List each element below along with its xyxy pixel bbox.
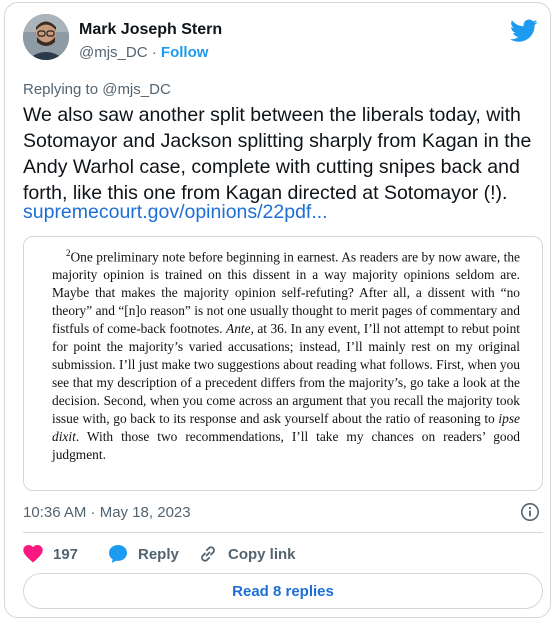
separator-dot: · (151, 44, 157, 61)
footnote-text: 2One preliminary note before beginning i… (52, 244, 520, 464)
footnote-ante: Ante (226, 321, 251, 337)
footnote-segment-3: . With those two recommendations, I’ll t… (52, 429, 520, 463)
tweet-card: Mark Joseph Stern @mjs_DC · Follow Reply… (4, 2, 551, 618)
avatar[interactable] (23, 14, 69, 60)
tweet-text: We also saw another split between the li… (23, 104, 532, 204)
copy-link-label: Copy link (228, 545, 296, 563)
author-handle-row: @mjs_DC · Follow (79, 44, 208, 61)
divider (23, 532, 543, 533)
like-button[interactable]: 197 (23, 543, 78, 565)
reply-label: Reply (138, 545, 179, 563)
author-name[interactable]: Mark Joseph Stern (79, 21, 222, 39)
heart-icon (23, 545, 43, 563)
footnote-segment-2: , at 36. In any event, I’ll not attempt … (52, 321, 520, 427)
reply-bubble-icon (109, 545, 127, 563)
author-handle[interactable]: @mjs_DC (79, 44, 148, 61)
tweet-link[interactable]: supremecourt.gov/opinions/22pdf... (23, 201, 328, 224)
info-icon[interactable] (520, 502, 540, 522)
replying-to-label: Replying to @mjs_DC (23, 81, 171, 98)
follow-button[interactable]: Follow (161, 44, 209, 61)
copy-link-button[interactable]: Copy link (198, 543, 296, 565)
link-icon (201, 546, 215, 562)
attached-image[interactable]: 2One preliminary note before beginning i… (23, 236, 543, 491)
like-count: 197 (53, 545, 79, 563)
timestamp[interactable]: 10:36 AM · May 18, 2023 (23, 504, 191, 521)
reply-button[interactable]: Reply (108, 543, 179, 565)
twitter-bird-icon[interactable] (510, 19, 538, 43)
read-replies-button[interactable]: Read 8 replies (23, 573, 543, 609)
